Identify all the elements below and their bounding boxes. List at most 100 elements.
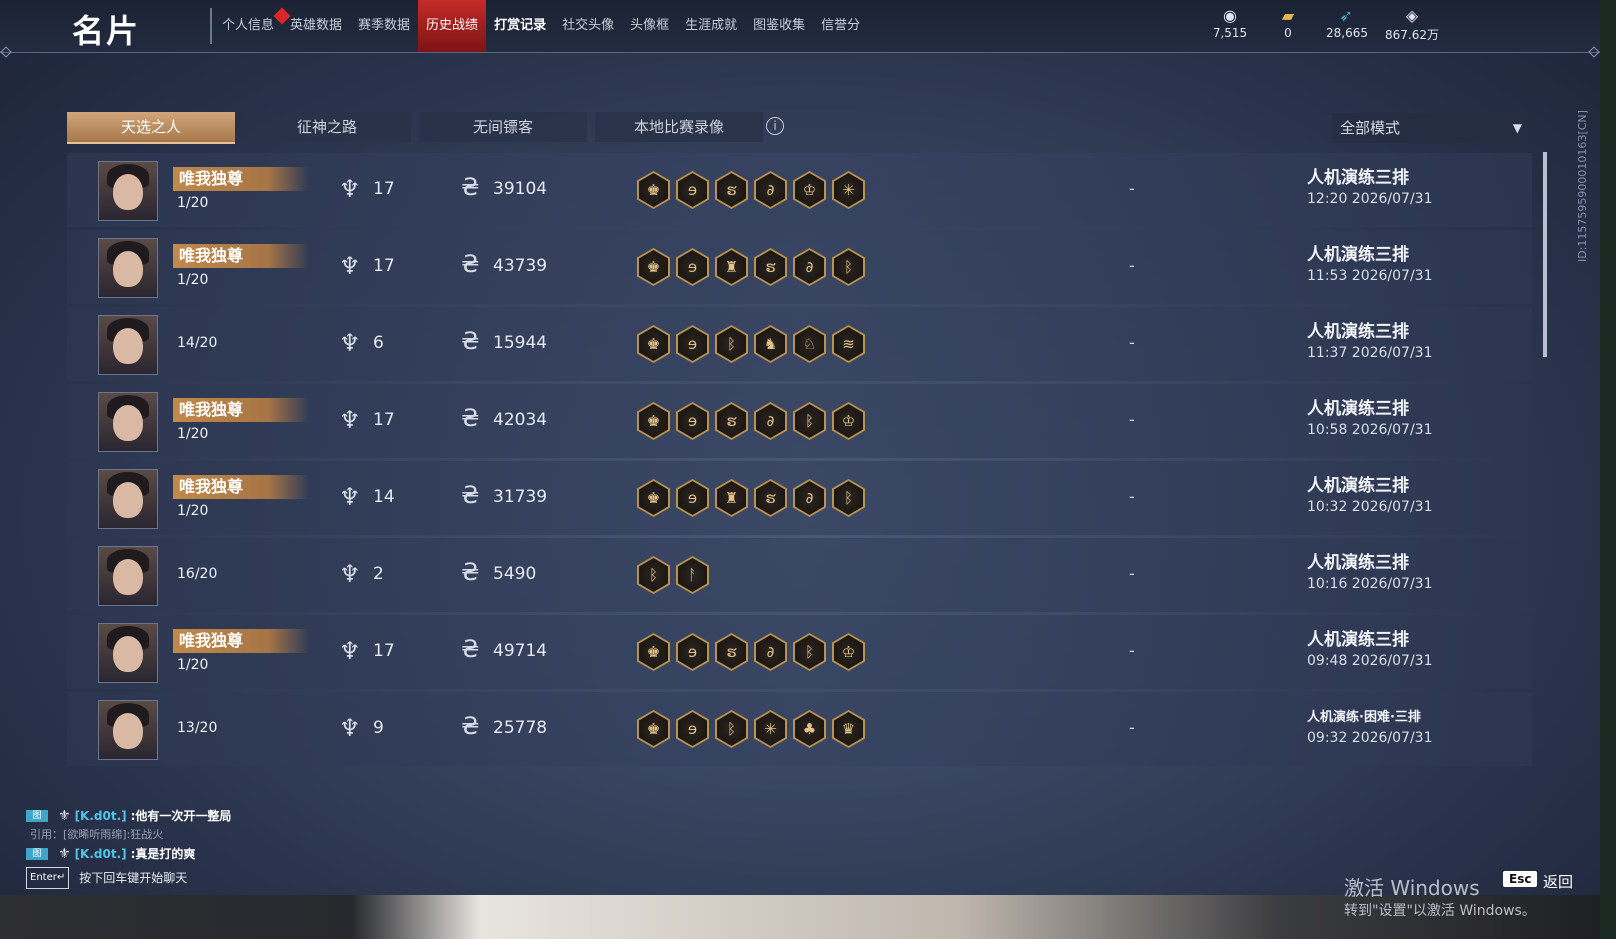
equipment-icon[interactable]: ♚: [637, 325, 670, 363]
subtab-local-replays[interactable]: 本地比赛录像: [595, 112, 763, 142]
currency-ticket[interactable]: ▰ 0: [1268, 6, 1308, 43]
match-row[interactable]: 13/20 ♆ 9 ₴ 25778 ♚ ɘ ᛒ ✳ ♣ ♛ - 人机演练·困难·三排 09…: [67, 692, 1532, 766]
tab-reputation[interactable]: 信誉分: [813, 0, 868, 52]
equipment-icon[interactable]: ᚨ: [676, 556, 709, 594]
back-button[interactable]: 返回: [1543, 871, 1573, 892]
equipment-icon[interactable]: ♚: [637, 710, 670, 748]
channel-badge-icon: 图: [26, 848, 48, 860]
match-row[interactable]: 16/20 ♆ 2 ₴ 5490 ᛒᚨ - 人机演练三排 10:16 2026/…: [67, 538, 1532, 612]
equipment-icon[interactable]: ᛒ: [637, 556, 670, 594]
equipment-icon[interactable]: ɘ: [676, 248, 709, 286]
tab-season-data[interactable]: 赛季数据: [350, 0, 418, 52]
equipment-icon[interactable]: ♛: [832, 710, 865, 748]
equipment-icon[interactable]: ∂: [754, 633, 787, 671]
equipment-icon[interactable]: ♚: [637, 248, 670, 286]
equipment-icon[interactable]: ຮ: [715, 171, 748, 209]
match-row[interactable]: 唯我独尊 1/20 ♆ 17 ₴ 42034 ♚ ɘ ຮ ∂ ᛒ ♔ - 人机演练三排 1…: [67, 384, 1532, 458]
equipment-icon[interactable]: ∂: [754, 171, 787, 209]
nav-tabs: 个人信息 英雄数据 赛季数据 历史战绩 打赏记录 社交头像 头像框 生涯成就 图…: [214, 0, 868, 52]
equipment-icon[interactable]: ∂: [793, 248, 826, 286]
equipment-icon[interactable]: ♚: [637, 633, 670, 671]
equipment-icon[interactable]: ɘ: [676, 171, 709, 209]
feather-icon: ➶: [1339, 6, 1353, 25]
tab-social-avatar[interactable]: 社交头像: [554, 0, 622, 52]
equipment-icon[interactable]: ♔: [793, 171, 826, 209]
tab-reward-records[interactable]: 打赏记录: [486, 0, 554, 52]
hero-avatar: [98, 392, 158, 452]
chat-input-hint[interactable]: Enter↵ 按下回车键开始聊天: [26, 867, 231, 889]
equipment-icon[interactable]: ♔: [832, 402, 865, 440]
game-mode: 人机演练三排: [1307, 630, 1409, 650]
money-icon: ₴: [461, 250, 480, 278]
title-divider: [210, 8, 212, 44]
money-icon: ₴: [461, 635, 480, 663]
scrollbar[interactable]: [1543, 152, 1547, 357]
info-icon[interactable]: i: [766, 117, 784, 135]
chat-sender[interactable]: [K.d0t.]: [75, 806, 127, 826]
equipment-icon[interactable]: ♚: [637, 402, 670, 440]
money-amount: 39104: [493, 179, 548, 199]
equipment-icon[interactable]: ♘: [793, 325, 826, 363]
equipment-icon[interactable]: ✳: [754, 710, 787, 748]
kill-count: 14: [373, 487, 395, 507]
equipment-list: ♚ ɘ ຮ ∂ ♔ ✳: [637, 171, 865, 209]
esc-key-icon[interactable]: Esc: [1503, 871, 1538, 887]
equipment-icon[interactable]: ᛒ: [715, 325, 748, 363]
tab-hero-data[interactable]: 英雄数据: [282, 0, 350, 52]
equipment-icon[interactable]: ɘ: [676, 325, 709, 363]
equipment-icon[interactable]: ɘ: [676, 710, 709, 748]
chat-sender[interactable]: [K.d0t.]: [75, 844, 127, 864]
equipment-icon[interactable]: ♔: [832, 633, 865, 671]
tab-match-history[interactable]: 历史战绩: [418, 0, 487, 52]
equipment-icon[interactable]: ♞: [754, 325, 787, 363]
match-row[interactable]: 唯我独尊 1/20 ♆ 14 ₴ 31739 ♚ ɘ ♜ ຮ ∂ ᛒ - 人机演练三排 1…: [67, 461, 1532, 535]
match-row[interactable]: 唯我独尊 1/20 ♆ 17 ₴ 39104 ♚ ɘ ຮ ∂ ♔ ✳ - 人机演练三排 1…: [67, 153, 1532, 227]
game-mode: 人机演练三排: [1307, 476, 1409, 496]
mode-select[interactable]: 全部模式 ▼: [1332, 113, 1532, 143]
subtab-escort[interactable]: 无间镖客: [419, 112, 587, 142]
subtab-chosen-one[interactable]: 天选之人: [67, 112, 235, 144]
tab-collection[interactable]: 图鉴收集: [745, 0, 813, 52]
tab-career-achievements[interactable]: 生涯成就: [677, 0, 745, 52]
equipment-icon[interactable]: ✳: [832, 171, 865, 209]
equipment-icon[interactable]: ᛒ: [832, 248, 865, 286]
equipment-icon[interactable]: ♚: [637, 171, 670, 209]
kill-count: 6: [373, 333, 384, 353]
equipment-icon[interactable]: ຮ: [754, 248, 787, 286]
equipment-icon[interactable]: ɘ: [676, 402, 709, 440]
match-row[interactable]: 唯我独尊 1/20 ♆ 17 ₴ 43739 ♚ ɘ ♜ ຮ ∂ ᛒ - 人机演练三排 1…: [67, 230, 1532, 304]
equipment-icon[interactable]: ∂: [793, 479, 826, 517]
match-row[interactable]: 唯我独尊 1/20 ♆ 17 ₴ 49714 ♚ ɘ ຮ ∂ ᛒ ♔ - 人机演练三排 0…: [67, 615, 1532, 689]
lotus-icon: ⚜: [58, 846, 71, 862]
game-mode: 人机演练三排: [1307, 245, 1409, 265]
tab-profile[interactable]: 个人信息: [214, 0, 291, 52]
tab-avatar-frame[interactable]: 头像框: [622, 0, 677, 52]
equipment-icon[interactable]: ຮ: [715, 402, 748, 440]
kill-count: 17: [373, 641, 395, 661]
game-mode: 人机演练三排: [1307, 553, 1409, 573]
equipment-icon[interactable]: ɘ: [676, 633, 709, 671]
currency-gold[interactable]: ◉ 7,515: [1210, 6, 1250, 43]
equipment-icon[interactable]: ᛒ: [832, 479, 865, 517]
subtab-road-to-god[interactable]: 征神之路: [243, 112, 411, 142]
equipment-icon[interactable]: ♚: [637, 479, 670, 517]
equipment-list: ♚ ɘ ♜ ຮ ∂ ᛒ: [637, 248, 865, 286]
equipment-icon[interactable]: ຮ: [715, 633, 748, 671]
equipment-icon[interactable]: ᛒ: [715, 710, 748, 748]
equipment-icon[interactable]: ♜: [715, 479, 748, 517]
equipment-icon[interactable]: ∂: [754, 402, 787, 440]
equipment-icon[interactable]: ᛒ: [793, 633, 826, 671]
equipment-icon[interactable]: ɘ: [676, 479, 709, 517]
equipment-icon[interactable]: ຮ: [754, 479, 787, 517]
currency-diamond[interactable]: ◈ 867.62万: [1384, 6, 1440, 43]
equipment-icon[interactable]: ♜: [715, 248, 748, 286]
equipment-icon[interactable]: ≋: [832, 325, 865, 363]
currency-bar: ◉ 7,515 ▰ 0 ➶ 28,665 ◈ 867.62万: [1210, 6, 1440, 43]
equipment-icon[interactable]: ♣: [793, 710, 826, 748]
kills-icon: ♆: [339, 714, 361, 742]
equipment-icon[interactable]: ᛒ: [793, 402, 826, 440]
sub-tabs: 天选之人 征神之路 无间镖客 本地比赛录像: [67, 112, 763, 144]
equipment-list: ♚ ɘ ຮ ∂ ᛒ ♔: [637, 633, 865, 671]
currency-feather[interactable]: ➶ 28,665: [1326, 6, 1368, 43]
match-row[interactable]: 14/20 ♆ 6 ₴ 15944 ♚ ɘ ᛒ ♞ ♘ ≋ - 人机演练三排 11:37 …: [67, 307, 1532, 381]
